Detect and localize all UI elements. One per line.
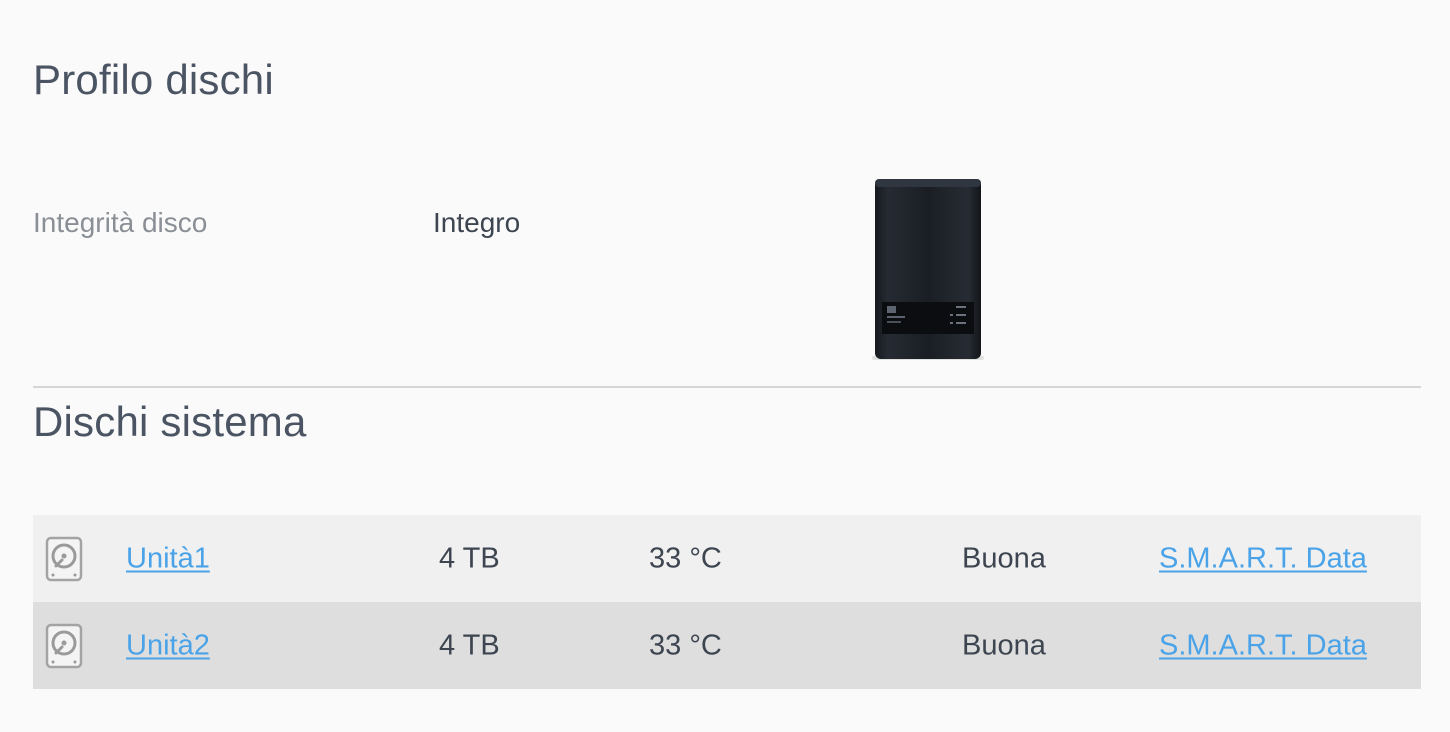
nas-device-image — [872, 179, 984, 360]
hard-drive-icon — [45, 623, 83, 669]
system-section-title: Dischi sistema — [33, 398, 307, 445]
disk-row: Unità1 4 TB 33 °C Buona S.M.A.R.T. Data — [33, 515, 1421, 602]
smart-data-link[interactable]: S.M.A.R.T. Data — [1159, 629, 1367, 662]
smart-data-link[interactable]: S.M.A.R.T. Data — [1159, 542, 1367, 575]
hard-drive-icon — [45, 536, 83, 582]
disk-name-link[interactable]: Unità2 — [126, 629, 210, 662]
section-divider — [33, 386, 1421, 388]
disk-health-value: Integro — [433, 207, 521, 238]
disk-health-label: Integrità disco — [33, 207, 208, 238]
disk-size: 4 TB — [439, 542, 500, 574]
profile-section-title: Profilo dischi — [33, 56, 274, 103]
disk-status: Buona — [962, 629, 1046, 661]
disk-temperature: 33 °C — [649, 629, 722, 661]
disk-table: Unità1 4 TB 33 °C Buona S.M.A.R.T. Data … — [33, 515, 1421, 689]
disk-row: Unità2 4 TB 33 °C Buona S.M.A.R.T. Data — [33, 602, 1421, 689]
disk-size: 4 TB — [439, 629, 500, 661]
disk-status: Buona — [962, 542, 1046, 574]
disk-temperature: 33 °C — [649, 542, 722, 574]
disk-name-link[interactable]: Unità1 — [126, 542, 210, 575]
